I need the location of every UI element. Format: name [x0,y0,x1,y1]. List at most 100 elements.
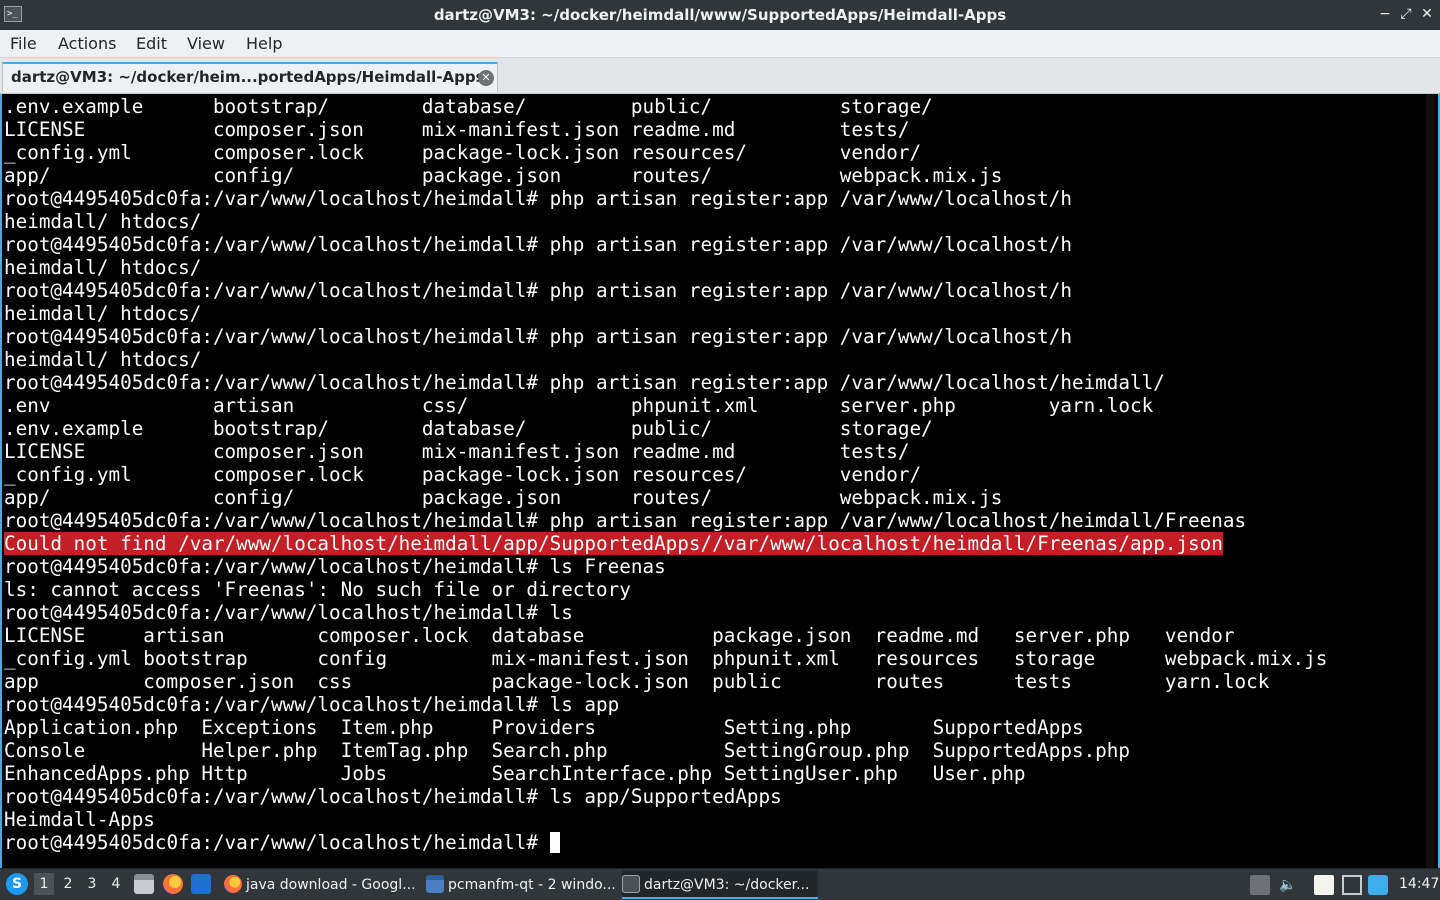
update-icon[interactable] [1368,875,1388,895]
task-terminal[interactable]: dartz@VM3: ~/docker... [622,871,818,899]
terminal-cursor [549,832,560,853]
tab-close-icon[interactable]: ✕ [478,70,494,86]
terminal-line: root@4495405dc0fa:/var/www/localhost/hei… [4,371,1327,394]
terminal-line-text: root@4495405dc0fa:/var/www/localhost/hei… [4,371,1165,394]
terminal-line-text: root@4495405dc0fa:/var/www/localhost/hei… [4,509,1247,532]
terminal-line-text: root@4495405dc0fa:/var/www/localhost/hei… [4,693,620,716]
terminal-line: app/ config/ package.json routes/ webpac… [4,164,1327,187]
close-icon[interactable]: ✕ [1418,5,1436,23]
terminal-output[interactable]: .env.example bootstrap/ database/ public… [0,94,1440,868]
minimize-icon[interactable]: − [1376,5,1394,23]
terminal-line: root@4495405dc0fa:/var/www/localhost/hei… [4,555,1327,578]
menu-bar: File Actions Edit View Help [0,30,1440,58]
window-title: dartz@VM3: ~/docker/heimdall/www/Support… [433,6,1007,24]
terminal-line: LICENSE composer.json mix-manifest.json … [4,440,1327,463]
terminal-line-text: LICENSE artisan composer.lock database p… [4,624,1235,647]
menu-help[interactable]: Help [246,34,282,53]
terminal-line: LICENSE artisan composer.lock database p… [4,624,1327,647]
terminal-line-text: Console Helper.php ItemTag.php Search.ph… [4,739,1131,762]
terminal-icon [622,875,640,893]
workspace-3[interactable]: 3 [82,873,102,895]
task-firefox[interactable]: java download - Googl... [224,871,420,899]
menu-edit[interactable]: Edit [136,34,167,53]
terminal-line: root@4495405dc0fa:/var/www/localhost/hei… [4,187,1327,210]
terminal-line: root@4495405dc0fa:/var/www/localhost/hei… [4,509,1327,532]
error-message: Could not find /var/www/localhost/heimda… [4,532,1223,555]
clock: 14:47 [1399,876,1440,892]
terminal-line: Could not find /var/www/localhost/heimda… [4,532,1327,555]
network-icon[interactable] [1342,875,1362,895]
terminal-line: root@4495405dc0fa:/var/www/localhost/hei… [4,233,1327,256]
tab-terminal-session[interactable]: dartz@VM3: ~/docker/heim...portedApps/He… [2,62,498,92]
terminal-line: Console Helper.php ItemTag.php Search.ph… [4,739,1327,762]
menu-file[interactable]: File [10,34,37,53]
workspace-1[interactable]: 1 [34,873,54,895]
terminal-line-text: root@4495405dc0fa:/var/www/localhost/hei… [4,601,573,624]
terminal-line: heimdall/ htdocs/ [4,348,1327,371]
terminal-line: root@4495405dc0fa:/var/www/localhost/hei… [4,693,1327,716]
terminal-line-text: LICENSE composer.json mix-manifest.json … [4,440,910,463]
terminal-line: heimdall/ htdocs/ [4,256,1327,279]
notification-icon[interactable] [1250,875,1270,895]
terminal-line-text: app/ config/ package.json routes/ webpac… [4,164,1003,187]
terminal-line-text: root@4495405dc0fa:/var/www/localhost/hei… [4,555,666,578]
clipboard-icon[interactable] [1314,875,1334,895]
firefox-icon [224,875,242,893]
task-label: java download - Googl... [246,877,416,893]
taskbar: S 1 2 3 4 java download - Googl... pcman… [0,868,1440,900]
terminal-line: root@4495405dc0fa:/var/www/localhost/hei… [4,601,1327,624]
terminal-line: heimdall/ htdocs/ [4,210,1327,233]
terminal-line: root@4495405dc0fa:/var/www/localhost/hei… [4,785,1327,808]
terminal-line: root@4495405dc0fa:/var/www/localhost/hei… [4,831,1327,854]
terminal-line: _config.yml bootstrap config mix-manifes… [4,647,1327,670]
task-label: dartz@VM3: ~/docker... [644,877,810,893]
menu-view[interactable]: View [187,34,225,53]
terminal-line: _config.yml composer.lock package-lock.j… [4,141,1327,164]
window-titlebar[interactable]: >_ dartz@VM3: ~/docker/heimdall/www/Supp… [0,0,1440,30]
terminal-line-text: heimdall/ htdocs/ [4,210,202,233]
terminal-line-text: root@4495405dc0fa:/var/www/localhost/hei… [4,233,1072,256]
terminal-line-text: _config.yml composer.lock package-lock.j… [4,463,922,486]
maximize-icon[interactable]: ⤢ [1397,5,1415,23]
task-label: pcmanfm-qt - 2 windo... [448,877,616,893]
terminal-line: root@4495405dc0fa:/var/www/localhost/hei… [4,325,1327,348]
terminal-line: .env artisan css/ phpunit.xml server.php… [4,394,1327,417]
file-manager-icon[interactable] [134,874,154,894]
terminal-line-text: _config.yml bootstrap config mix-manifes… [4,647,1328,670]
terminal-line-text: root@4495405dc0fa:/var/www/localhost/hei… [4,325,1072,348]
terminal-line: Heimdall-Apps [4,808,1327,831]
terminal-line-text: heimdall/ htdocs/ [4,302,202,325]
menu-actions[interactable]: Actions [58,34,116,53]
desktop-icon[interactable] [191,874,211,894]
terminal-line-text: app/ config/ package.json routes/ webpac… [4,486,1003,509]
terminal-line-text: heimdall/ htdocs/ [4,348,202,371]
terminal-line-text: app composer.json css package-lock.json … [4,670,1270,693]
terminal-line: app/ config/ package.json routes/ webpac… [4,486,1327,509]
start-menu-icon[interactable]: S [6,873,28,895]
terminal-lines: .env.example bootstrap/ database/ public… [4,95,1327,854]
terminal-line-text: heimdall/ htdocs/ [4,256,202,279]
workspace-4[interactable]: 4 [106,873,126,895]
tab-label: dartz@VM3: ~/docker/heim...portedApps/He… [11,68,485,86]
terminal-line: .env.example bootstrap/ database/ public… [4,95,1327,118]
workspace-2[interactable]: 2 [58,873,78,895]
terminal-line-text: EnhancedApps.php Http Jobs SearchInterfa… [4,762,1026,785]
terminal-line: .env.example bootstrap/ database/ public… [4,417,1327,440]
folder-icon [426,875,444,893]
firefox-icon[interactable] [163,874,183,894]
terminal-line-text: .env artisan css/ phpunit.xml server.php… [4,394,1154,417]
terminal-line-text: root@4495405dc0fa:/var/www/localhost/hei… [4,187,1072,210]
terminal-line: root@4495405dc0fa:/var/www/localhost/hei… [4,279,1327,302]
terminal-line-text: root@4495405dc0fa:/var/www/localhost/hei… [4,785,782,808]
terminal-line-text: ls: cannot access 'Freenas': No such fil… [4,578,631,601]
terminal-line: heimdall/ htdocs/ [4,302,1327,325]
terminal-scrollbar[interactable] [1426,94,1434,868]
terminal-line-text: LICENSE composer.json mix-manifest.json … [4,118,910,141]
volume-icon[interactable]: 🔈 [1278,875,1298,895]
terminal-line: _config.yml composer.lock package-lock.j… [4,463,1327,486]
terminal-line: app composer.json css package-lock.json … [4,670,1327,693]
task-pcmanfm[interactable]: pcmanfm-qt - 2 windo... [426,871,618,899]
tab-bar: dartz@VM3: ~/docker/heim...portedApps/He… [0,58,1440,94]
terminal-line-text: root@4495405dc0fa:/var/www/localhost/hei… [4,831,550,854]
terminal-line-text: Application.php Exceptions Item.php Prov… [4,716,1084,739]
